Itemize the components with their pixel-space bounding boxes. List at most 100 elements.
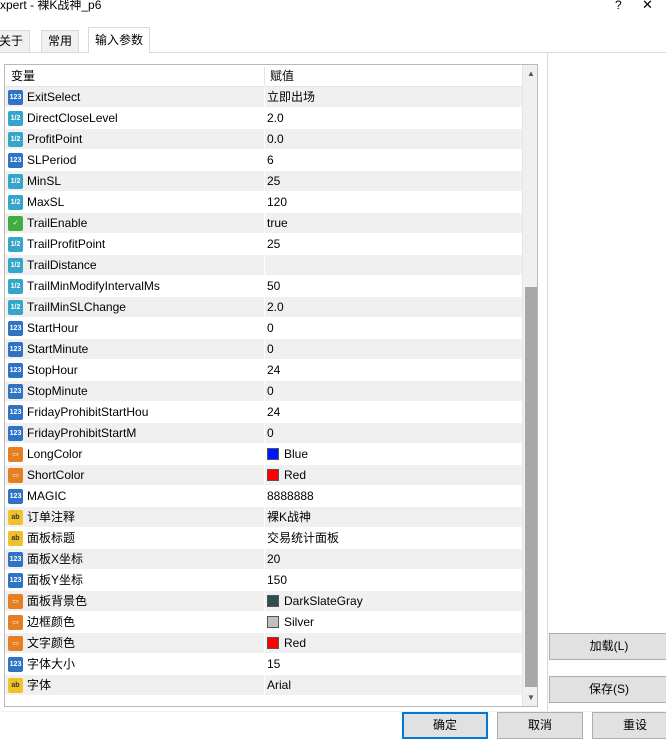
parameter-row[interactable]: 字体 ab Arial (5, 675, 522, 696)
color-type-icon: ▭ (8, 636, 23, 651)
parameter-row[interactable]: 面板Y坐标 123 150 (5, 570, 522, 591)
parameter-row[interactable]: 面板标题 ab 交易统计面板 (5, 528, 522, 549)
parameter-value[interactable]: 0 (264, 339, 522, 360)
parameter-row[interactable]: StartMinute 123 0 (5, 339, 522, 360)
parameter-value[interactable]: 50 (264, 276, 522, 297)
scroll-down-arrow-icon[interactable]: ▼ (523, 689, 537, 706)
save-button[interactable]: 保存(S) (549, 676, 666, 703)
parameter-row[interactable]: SLPeriod 123 6 (5, 150, 522, 171)
parameter-value[interactable]: 2.0 (264, 297, 522, 318)
parameter-row[interactable]: MinSL 1/2 25 (5, 171, 522, 192)
parameter-row[interactable]: StartHour 123 0 (5, 318, 522, 339)
parameter-value[interactable]: 120 (264, 192, 522, 213)
tab-about[interactable]: 关于 (0, 30, 31, 52)
ok-button[interactable]: 确定 (402, 712, 488, 739)
double-type-icon: 1/2 (8, 111, 23, 126)
parameter-row[interactable]: ExitSelect 123 立即出场 (5, 87, 522, 108)
integer-type-icon: 123 (8, 489, 23, 504)
parameter-row[interactable]: TrailDistance 1/2 (5, 255, 522, 276)
integer-type-icon: 123 (8, 405, 23, 420)
parameter-row[interactable]: StopHour 123 24 (5, 360, 522, 381)
parameters-grid: 变量 赋值 ExitSelect 123 立即出场 DirectCloseLevel 1… (4, 64, 538, 707)
parameter-value[interactable]: 0.0 (264, 129, 522, 150)
parameter-value[interactable]: Blue (264, 444, 522, 465)
load-button[interactable]: 加载(L) (549, 633, 666, 660)
parameter-row[interactable]: 订单注释 ab 裸K战神 (5, 507, 522, 528)
parameter-value[interactable]: Silver (264, 612, 522, 633)
parameter-value[interactable]: 25 (264, 171, 522, 192)
parameter-value[interactable]: 0 (264, 318, 522, 339)
parameter-row[interactable]: 字体大小 123 15 (5, 654, 522, 675)
parameter-value[interactable]: 8888888 (264, 486, 522, 507)
color-swatch (267, 637, 279, 649)
parameter-value[interactable]: 2.0 (264, 108, 522, 129)
parameter-row[interactable]: MaxSL 1/2 120 (5, 192, 522, 213)
parameter-value[interactable]: 150 (264, 570, 522, 591)
parameter-row[interactable]: TrailEnable ✓ true (5, 213, 522, 234)
tab-inputs[interactable]: 输入参数 (88, 27, 151, 53)
parameter-name: MAGIC (27, 489, 67, 503)
parameter-row[interactable]: 面板背景色 ▭ DarkSlateGray (5, 591, 522, 612)
parameter-name: ProfitPoint (27, 132, 83, 146)
parameter-value[interactable]: 立即出场 (264, 87, 522, 108)
parameter-name: TrailDistance (27, 258, 97, 272)
integer-type-icon: 123 (8, 573, 23, 588)
cancel-button[interactable]: 取消 (497, 712, 583, 739)
parameter-name: SLPeriod (27, 153, 77, 167)
parameter-row[interactable]: TrailMinSLChange 1/2 2.0 (5, 297, 522, 318)
integer-type-icon: 123 (8, 342, 23, 357)
parameter-row[interactable]: LongColor ▭ Blue (5, 444, 522, 465)
integer-type-icon: 123 (8, 426, 23, 441)
parameter-value[interactable]: 0 (264, 381, 522, 402)
double-type-icon: 1/2 (8, 237, 23, 252)
boolean-type-icon: ✓ (8, 216, 23, 231)
parameter-value[interactable]: 20 (264, 549, 522, 570)
parameter-value[interactable] (264, 255, 522, 276)
column-header-variable[interactable]: 变量 (5, 65, 263, 87)
parameter-value[interactable]: 裸K战神 (264, 507, 522, 528)
scroll-up-arrow-icon[interactable]: ▲ (523, 65, 537, 82)
parameter-name: 订单注释 (27, 510, 76, 524)
parameter-name: TrailMinModifyIntervalMs (27, 279, 160, 293)
color-type-icon: ▭ (8, 594, 23, 609)
parameter-row[interactable]: StopMinute 123 0 (5, 381, 522, 402)
parameter-name: ShortColor (27, 468, 85, 482)
parameter-row[interactable]: DirectCloseLevel 1/2 2.0 (5, 108, 522, 129)
vertical-scrollbar[interactable]: ▲ ▼ (522, 65, 537, 706)
parameter-value[interactable]: Red (264, 465, 522, 486)
parameter-value[interactable]: 交易统计面板 (264, 528, 522, 549)
parameter-row[interactable]: 面板X坐标 123 20 (5, 549, 522, 570)
double-type-icon: 1/2 (8, 279, 23, 294)
parameter-value[interactable]: Arial (264, 675, 522, 696)
parameter-name: LongColor (27, 447, 83, 461)
parameter-value[interactable]: 15 (264, 654, 522, 675)
parameter-name: StopMinute (27, 384, 88, 398)
parameter-row[interactable]: FridayProhibitStartM 123 0 (5, 423, 522, 444)
parameter-value[interactable]: 24 (264, 402, 522, 423)
parameter-value[interactable]: Red (264, 633, 522, 654)
parameter-value[interactable]: DarkSlateGray (264, 591, 522, 612)
parameter-row[interactable]: TrailMinModifyIntervalMs 1/2 50 (5, 276, 522, 297)
parameter-value[interactable]: true (264, 213, 522, 234)
tab-common[interactable]: 常用 (41, 30, 80, 52)
integer-type-icon: 123 (8, 657, 23, 672)
title-bar: xpert - 裸K战神_p6 ? ✕ (0, 0, 666, 22)
parameter-row[interactable]: TrailProfitPoint 1/2 25 (5, 234, 522, 255)
parameter-value[interactable]: 6 (264, 150, 522, 171)
parameter-value[interactable]: 24 (264, 360, 522, 381)
parameter-row[interactable]: FridayProhibitStartHou 123 24 (5, 402, 522, 423)
parameter-name: ExitSelect (27, 90, 81, 104)
scrollbar-thumb[interactable] (525, 287, 537, 687)
reset-button[interactable]: 重设 (592, 712, 666, 739)
parameter-value[interactable]: 0 (264, 423, 522, 444)
help-icon[interactable]: ? (615, 0, 622, 14)
close-icon[interactable]: ✕ (642, 0, 653, 14)
parameter-row[interactable]: 边框颜色 ▭ Silver (5, 612, 522, 633)
parameter-row[interactable]: ProfitPoint 1/2 0.0 (5, 129, 522, 150)
parameter-row[interactable]: ShortColor ▭ Red (5, 465, 522, 486)
parameter-row[interactable]: 文字颜色 ▭ Red (5, 633, 522, 654)
column-header-value[interactable]: 赋值 (264, 65, 522, 87)
parameter-value[interactable]: 25 (264, 234, 522, 255)
parameter-name: TrailMinSLChange (27, 300, 126, 314)
parameter-row[interactable]: MAGIC 123 8888888 (5, 486, 522, 507)
